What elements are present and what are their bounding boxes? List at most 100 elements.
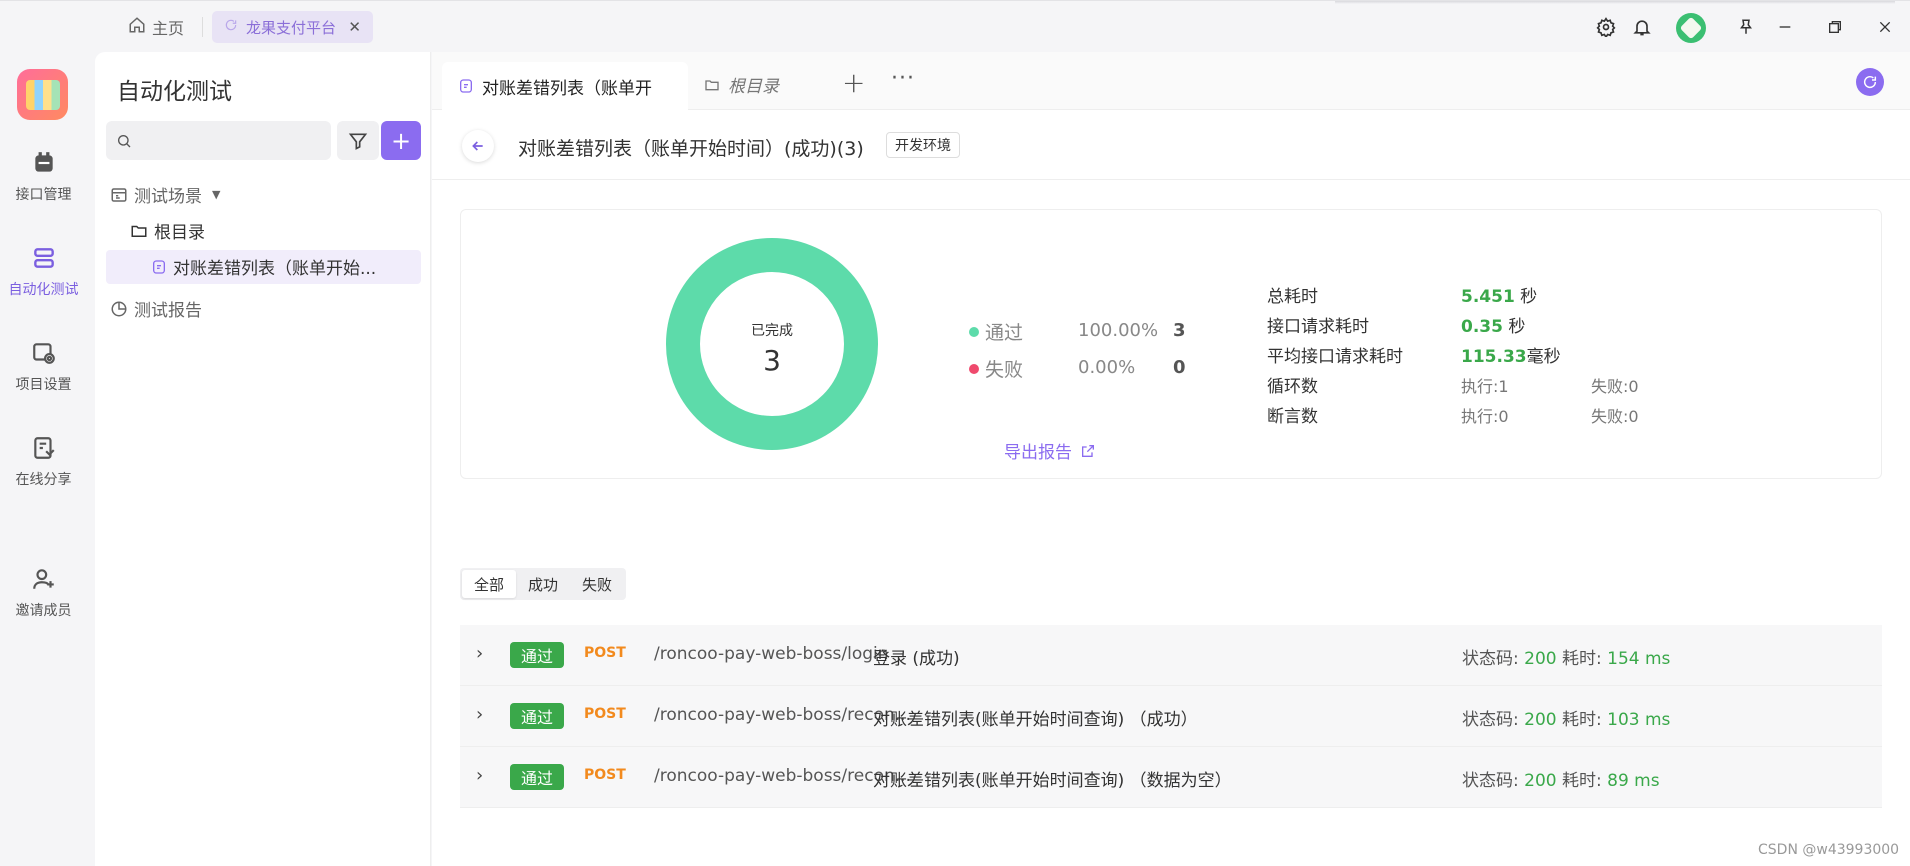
bell-icon[interactable]: [1628, 13, 1656, 41]
stat-assert-label: 断言数: [1267, 407, 1318, 427]
request-status: 状态码: 200 耗时: 89 ms: [1462, 771, 1660, 791]
search-input[interactable]: [140, 132, 320, 149]
tab-recon-report[interactable]: 对账差错列表（账单开: [442, 62, 688, 110]
search-box[interactable]: [106, 121, 331, 160]
chevron-right-icon[interactable]: ›: [476, 704, 483, 725]
minimize-icon[interactable]: [1771, 13, 1799, 41]
http-method: POST: [584, 645, 626, 661]
filter-icon: [348, 133, 368, 150]
close-icon[interactable]: ✕: [348, 18, 361, 36]
pass-dot-icon: [969, 326, 979, 337]
tree-test-report[interactable]: 测试报告: [110, 296, 202, 321]
status-badge: 通过: [510, 703, 564, 729]
tree-root-folder[interactable]: 根目录: [130, 218, 205, 243]
page-title: 对账差错列表（账单开始时间）(成功)(3): [518, 138, 864, 160]
tree-item-recon[interactable]: 对账差错列表（账单开始...: [151, 254, 376, 279]
tree-scenes-label: 测试场景: [134, 187, 202, 207]
api-icon: [34, 152, 53, 172]
tree-report-label: 测试报告: [134, 301, 202, 321]
legend-pass-label: 通过: [985, 322, 1024, 344]
close-window-icon[interactable]: [1871, 13, 1899, 41]
export-report-link[interactable]: 导出报告: [1004, 438, 1096, 463]
tab-second-label: 根目录: [728, 77, 779, 97]
rail-item-invite[interactable]: 邀请成员: [0, 566, 87, 620]
legend-pass-count: 3: [1173, 320, 1186, 341]
fail-dot-icon: [969, 363, 979, 374]
scene-file-icon: [153, 259, 165, 274]
stat-total-time-label: 总耗时: [1267, 287, 1318, 307]
status-badge: 通过: [510, 764, 564, 790]
http-method: POST: [584, 706, 626, 722]
rail-item-settings[interactable]: 项目设置: [0, 340, 87, 394]
stat-loop-exec: 执行:1: [1461, 377, 1509, 396]
tree-root-label: 根目录: [154, 223, 205, 243]
scenes-icon: [111, 187, 127, 202]
chevron-right-icon[interactable]: ›: [476, 643, 483, 664]
window-shadow: [1335, 1, 1895, 4]
automation-icon: [33, 248, 54, 268]
main-panel: 对账差错列表（账单开 根目录 + ··· 对账差错列表（账单开始时间）(成功)(…: [432, 52, 1910, 866]
table-row[interactable]: › 通过 POST /roncoo-pay-web-boss/recon... …: [460, 686, 1882, 747]
sidebar-title: 自动化测试: [117, 79, 232, 105]
gear-icon[interactable]: [1592, 13, 1620, 41]
donut-label: 已完成: [751, 323, 793, 339]
invite-icon: [32, 569, 54, 589]
project-tab[interactable]: 龙果支付平台 ✕: [212, 11, 373, 43]
stat-avg-time-label: 平均接口请求耗时: [1267, 347, 1403, 367]
rail-label-api: 接口管理: [15, 187, 72, 203]
export-label: 导出报告: [1004, 443, 1072, 463]
title-bar: 主页 龙果支付平台 ✕: [0, 0, 1910, 52]
report-icon: [111, 301, 127, 316]
share-icon: [33, 437, 55, 459]
filter-fail[interactable]: 失败: [570, 570, 624, 598]
stat-loop-label: 循环数: [1267, 377, 1318, 397]
chevron-right-icon[interactable]: ›: [476, 765, 483, 786]
stat-req-time-label: 接口请求耗时: [1267, 317, 1369, 337]
request-status: 状态码: 200 耗时: 103 ms: [1462, 710, 1671, 730]
legend-pass-pct: 100.00%: [1078, 320, 1159, 341]
filter-success[interactable]: 成功: [516, 570, 570, 598]
legend-pass: 通过: [969, 318, 1023, 345]
stat-req-time: 0.35 秒: [1461, 317, 1526, 337]
caret-down-icon: ▼: [212, 188, 221, 201]
tree-test-scenes[interactable]: 测试场景 ▼: [110, 182, 220, 207]
sidebar: 自动化测试 + 测试场景 ▼ 根目录 对账差错列表（账单开始... 测试报告: [95, 52, 431, 866]
restore-icon[interactable]: [1821, 13, 1849, 41]
app-logo[interactable]: [17, 69, 68, 120]
env-badge: 开发环境: [886, 132, 960, 158]
filter-all[interactable]: 全部: [462, 570, 517, 598]
refresh-button[interactable]: [1856, 68, 1884, 96]
table-row[interactable]: › 通过 POST /roncoo-pay-web-boss/recon... …: [460, 747, 1882, 808]
pin-icon[interactable]: [1732, 13, 1760, 41]
request-name: 对账差错列表(账单开始时间查询) （成功）: [873, 710, 1198, 730]
table-row[interactable]: › 通过 POST /roncoo-pay-web-boss/login 登录 …: [460, 625, 1882, 686]
request-status: 状态码: 200 耗时: 154 ms: [1462, 649, 1671, 669]
legend-fail-count: 0: [1173, 357, 1186, 378]
rail-item-api[interactable]: 接口管理: [0, 150, 87, 204]
add-button[interactable]: +: [381, 121, 421, 160]
settings-icon: [32, 343, 55, 364]
home-tab[interactable]: 主页: [128, 15, 184, 39]
search-icon: [118, 134, 131, 147]
stat-assert-exec: 执行:0: [1461, 407, 1509, 426]
legend-fail: 失败: [969, 355, 1023, 382]
filter-button[interactable]: [337, 121, 379, 160]
summary-card: 已完成 3 通过 100.00% 3 失败 0.00% 0 总耗时 5.451 …: [460, 209, 1882, 479]
tab-root-folder[interactable]: 根目录: [704, 72, 779, 97]
stat-total-time: 5.451 秒: [1461, 287, 1538, 307]
rail-item-automation[interactable]: 自动化测试: [0, 245, 87, 299]
avatar[interactable]: [1676, 13, 1706, 43]
more-tabs-button[interactable]: ···: [891, 66, 915, 91]
rail-label-share: 在线分享: [15, 472, 72, 488]
refresh-icon: [1863, 75, 1877, 89]
donut-value: 3: [763, 344, 781, 377]
add-tab-button[interactable]: +: [842, 66, 865, 99]
report-header: 对账差错列表（账单开始时间）(成功)(3) 开发环境: [432, 110, 1910, 180]
stat-loop-fail: 失败:0: [1591, 377, 1639, 396]
rail-label-automation: 自动化测试: [8, 282, 79, 298]
home-icon: [128, 16, 146, 38]
divider: [202, 17, 203, 37]
back-button[interactable]: [462, 130, 494, 162]
rail-item-share[interactable]: 在线分享: [0, 435, 87, 489]
home-label: 主页: [152, 19, 185, 38]
